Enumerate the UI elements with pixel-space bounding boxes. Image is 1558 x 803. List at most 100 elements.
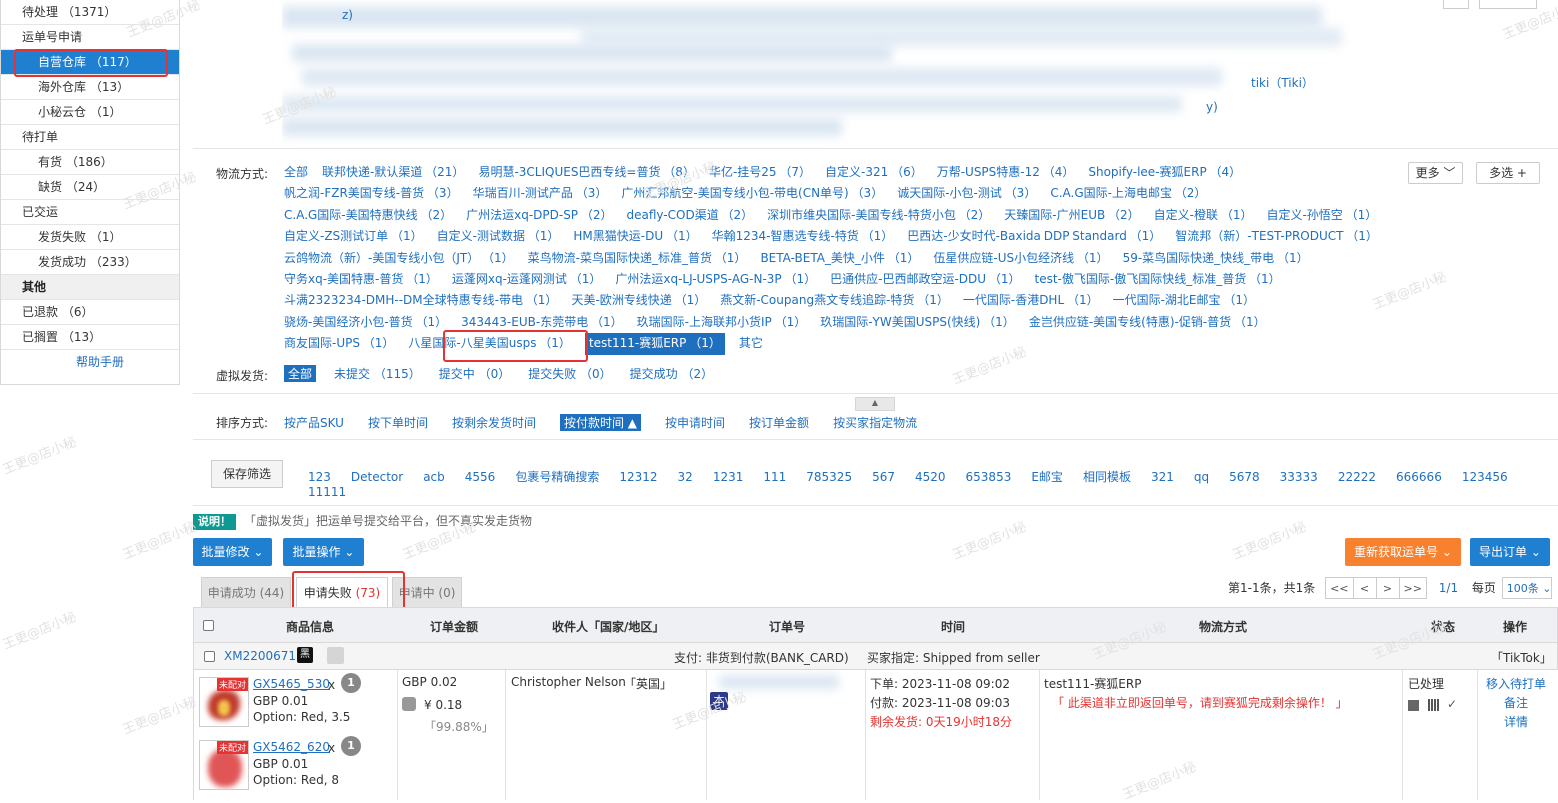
logistics-option[interactable]: Shopify-lee-赛狐ERP （4）	[1088, 162, 1241, 183]
order-id-link[interactable]: XM2200671	[224, 649, 296, 663]
sidebar-item-on-hold[interactable]: 已搁置 （13）	[1, 325, 179, 350]
sort-option[interactable]: 按订单金额	[749, 414, 809, 431]
logistics-option[interactable]: 帆之润-FZR美国专线-普货 （3）	[284, 183, 459, 204]
logistics-option[interactable]: 华亿-挂号25 （7）	[709, 162, 811, 183]
barcode-icon[interactable]	[1428, 699, 1439, 711]
logistics-option[interactable]: BETA-BETA_美快_小件 （1）	[760, 248, 919, 269]
logistics-option[interactable]: 玖瑞国际-YW美国USPS(快线) （1）	[820, 312, 1015, 333]
saved-filter-link[interactable]: 653853	[966, 470, 1012, 484]
sidebar-group-shipped[interactable]: 已交运	[1, 200, 179, 225]
logistics-option[interactable]: 诚天国际-小包-测试 （3）	[897, 183, 1036, 204]
saved-filter-link[interactable]: 12312	[619, 470, 657, 484]
logistics-option[interactable]: 智流邦（新）-TEST-PRODUCT （1）	[1175, 226, 1378, 247]
move-to-print-link[interactable]: 移入待打单	[1486, 675, 1546, 692]
order-checkbox[interactable]	[204, 651, 215, 662]
saved-filter-link[interactable]: 321	[1151, 470, 1174, 484]
saved-filter-link[interactable]: E邮宝	[1031, 468, 1063, 485]
saved-filter-link[interactable]: 123	[308, 470, 331, 484]
sidebar-item-own-warehouse[interactable]: 自营仓库 （117）	[1, 50, 179, 75]
logistics-option[interactable]: C.A.G国际-美国特惠快线 （2）	[284, 205, 452, 226]
help-manual-link[interactable]: 帮助手册	[1, 350, 179, 375]
batch-operation-button[interactable]: 批量操作 ⌄	[283, 538, 364, 566]
remark-link[interactable]: 备注	[1504, 694, 1528, 711]
product-sku-link[interactable]: GX5465_530	[253, 677, 330, 691]
logistics-option[interactable]: 广州法运xq-LJ-USPS-AG-N-3P （1）	[615, 269, 816, 290]
logistics-option[interactable]: 一代国际-香港DHL （1）	[963, 290, 1099, 311]
print-icon[interactable]	[1408, 700, 1419, 711]
sidebar-item-cloud-warehouse[interactable]: 小秘云仓 （1）	[1, 100, 179, 125]
sidebar-group-to-print[interactable]: 待打单	[1, 125, 179, 150]
sort-option[interactable]: 按剩余发货时间	[452, 414, 536, 431]
logistics-option[interactable]: HM黑猫快运-DU （1）	[573, 226, 697, 247]
saved-filter-link[interactable]: 包裹号精确搜索	[515, 468, 599, 485]
saved-filter-link[interactable]: acb	[423, 470, 445, 484]
logistics-option[interactable]: 广州汇邦航空-美国专线小包-带电(CN单号) （3）	[621, 183, 883, 204]
logistics-option[interactable]: 万帮-USPS特惠-12 （4）	[937, 162, 1075, 183]
logistics-option[interactable]: 巴西达-少女时代-Baxida DDP Standard （1）	[907, 226, 1161, 247]
logistics-option[interactable]: 天美-欧洲专线快递 （1）	[571, 290, 706, 311]
logistics-option[interactable]: 骁炀-美国经济小包-普货 （1）	[284, 312, 447, 333]
export-orders-button[interactable]: 导出订单 ⌄	[1470, 538, 1550, 566]
saved-filter-link[interactable]: 22222	[1338, 470, 1376, 484]
logistics-option[interactable]: 343443-EUB-东莞带电 （1）	[461, 312, 623, 333]
sidebar-item-pending[interactable]: 待处理 （1371）	[1, 0, 179, 25]
sidebar-item-ship-success[interactable]: 发货成功 （233）	[1, 250, 179, 275]
logistics-option[interactable]: 伍星供应链-US小包经济线 （1）	[933, 248, 1108, 269]
detail-link[interactable]: 详情	[1504, 713, 1528, 730]
logistics-option[interactable]: 玖瑞国际-上海联邦小货IP （1）	[637, 312, 807, 333]
logistics-option[interactable]: 巴通供应-巴西邮政空运-DDU （1）	[830, 269, 1020, 290]
platform-partial-label-2[interactable]: y)	[1206, 100, 1218, 114]
save-filter-button[interactable]: 保存筛选	[211, 460, 283, 488]
logistics-option[interactable]: 斗满2323234-DMH--DM全球特惠专线-带电 （1）	[284, 290, 557, 311]
logistics-option[interactable]: 广州法运xq-DPD-SP （2）	[466, 205, 612, 226]
sort-option[interactable]: 按买家指定物流	[833, 414, 917, 431]
saved-filter-link[interactable]: Detector	[351, 470, 403, 484]
sort-option[interactable]: 按下单时间	[368, 414, 428, 431]
logistics-option[interactable]: 深圳市维央国际-美国专线-特货小包 （2）	[767, 205, 990, 226]
tab-applying[interactable]: 申请中 (0)	[392, 577, 462, 607]
select-all-checkbox[interactable]	[203, 620, 214, 631]
saved-filter-link[interactable]: 111	[763, 470, 786, 484]
sidebar-item-in-stock[interactable]: 有货 （186）	[1, 150, 179, 175]
logistics-option[interactable]: deafly-COD渠道 （2）	[627, 205, 754, 226]
logistics-option[interactable]: 华翰1234-智惠选专线-特货 （1）	[712, 226, 894, 247]
logistics-option[interactable]: 华瑞百川-测试产品 （3）	[473, 183, 608, 204]
multi-select-button[interactable]: 多选 +	[1476, 162, 1540, 184]
saved-filter-link[interactable]: 567	[872, 470, 895, 484]
logistics-option[interactable]: 自定义-321 （6）	[825, 162, 923, 183]
tab-apply-failed[interactable]: 申请失败 (73)	[296, 577, 388, 607]
sidebar-item-ship-failed[interactable]: 发货失败 （1）	[1, 225, 179, 250]
virtual-ship-option[interactable]: 提交失败 （0）	[528, 365, 611, 382]
pager-prev[interactable]: <	[1352, 577, 1377, 599]
tab-apply-success[interactable]: 申请成功 (44)	[201, 577, 291, 607]
saved-filter-link[interactable]: 4556	[465, 470, 496, 484]
saved-filter-link[interactable]: 785325	[806, 470, 852, 484]
flag-icon[interactable]	[327, 647, 344, 664]
sort-option[interactable]: 按产品SKU	[284, 414, 344, 431]
virtual-ship-option[interactable]: 全部	[284, 365, 317, 382]
pager-first[interactable]: <<	[1325, 577, 1354, 599]
logistics-option[interactable]: C.A.G国际-上海电邮宝 （2）	[1050, 183, 1206, 204]
batch-edit-button[interactable]: 批量修改 ⌄	[193, 538, 272, 566]
virtual-ship-option[interactable]: 未提交 （115）	[334, 365, 421, 382]
saved-filter-link[interactable]: 4520	[915, 470, 946, 484]
saved-filter-link[interactable]: qq	[1194, 470, 1209, 484]
logistics-option[interactable]: 自定义-ZS测试订单 （1）	[284, 226, 423, 247]
logistics-option[interactable]: 易明慧-3CLIQUES巴西专线=普货 （8）	[478, 162, 695, 183]
logistics-option[interactable]: 自定义-橙联 （1）	[1154, 205, 1253, 226]
refetch-waybill-button[interactable]: 重新获取运单号 ⌄	[1345, 538, 1461, 566]
per-page-select[interactable]: 100条 ⌄	[1501, 577, 1552, 599]
sidebar-group-waybill[interactable]: 运单号申请	[1, 25, 179, 50]
logistics-option[interactable]: 云鸽物流（新）-美国专线小包（JT） （1）	[284, 248, 514, 269]
logistics-option[interactable]: test-傲飞国际-傲飞国际快线_标准_普货 （1）	[1034, 269, 1280, 290]
pager-last[interactable]: >>	[1398, 577, 1427, 599]
saved-filter-link[interactable]: 33333	[1280, 470, 1318, 484]
logistics-option[interactable]: 运蓬网xq-运蓬网测试 （1）	[452, 269, 602, 290]
virtual-ship-option[interactable]: 提交中 （0）	[439, 365, 510, 382]
saved-filter-link[interactable]: 666666	[1396, 470, 1442, 484]
sort-option[interactable]: 按付款时间 ▲	[559, 414, 642, 431]
saved-filter-link[interactable]: 32	[678, 470, 693, 484]
saved-filter-link[interactable]: 相同模板	[1083, 468, 1131, 485]
saved-filter-link[interactable]: 5678	[1229, 470, 1260, 484]
logistics-option[interactable]: 自定义-孙悟空 （1）	[1266, 205, 1377, 226]
